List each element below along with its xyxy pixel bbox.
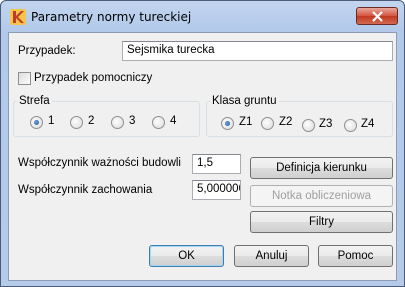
soil-radio-z1[interactable] bbox=[221, 117, 234, 130]
dialog-window: Parametry normy tureckiej Przypadek: Sej… bbox=[0, 0, 405, 287]
zone-radio-4-label: 4 bbox=[170, 115, 177, 127]
title-bar[interactable]: Parametry normy tureckiej bbox=[1, 1, 404, 31]
case-label: Przypadek: bbox=[18, 45, 76, 57]
importance-factor-input[interactable]: 1,5 bbox=[192, 154, 241, 174]
zone-radio-2-label: 2 bbox=[88, 115, 95, 127]
soil-radio-z3[interactable] bbox=[302, 119, 315, 132]
behavior-factor-label: Współczynnik zachowania bbox=[18, 184, 153, 196]
zone-group-title: Strefa bbox=[17, 95, 52, 107]
soil-radio-z2-label: Z2 bbox=[279, 116, 293, 128]
filters-button[interactable]: Filtry bbox=[250, 211, 393, 233]
cancel-button[interactable]: Anuluj bbox=[234, 245, 309, 267]
zone-radio-2[interactable] bbox=[70, 116, 83, 129]
case-input[interactable]: Sejsmika turecka bbox=[122, 41, 393, 61]
direction-definition-button[interactable]: Definicja kierunku bbox=[250, 157, 393, 179]
behavior-factor-input[interactable]: 5,000000 bbox=[192, 180, 241, 200]
zone-radio-1-label: 1 bbox=[48, 115, 55, 127]
soil-radio-z4[interactable] bbox=[344, 119, 357, 132]
close-icon bbox=[372, 11, 383, 22]
auxiliary-case-label: Przypadek pomocniczy bbox=[34, 72, 153, 84]
zone-radio-4[interactable] bbox=[152, 116, 165, 129]
importance-factor-label: Współczynnik ważności budowli bbox=[18, 157, 181, 169]
soil-radio-z1-label: Z1 bbox=[239, 116, 253, 128]
help-button[interactable]: Pomoc bbox=[318, 245, 393, 267]
soil-radio-z4-label: Z4 bbox=[361, 118, 375, 130]
window-title: Parametry normy tureckiej bbox=[31, 10, 192, 24]
calculation-note-button[interactable]: Notka obliczeniowa bbox=[250, 185, 393, 207]
zone-radio-3[interactable] bbox=[111, 116, 124, 129]
zone-radio-1[interactable] bbox=[30, 116, 43, 129]
soil-radio-z3-label: Z3 bbox=[319, 118, 333, 130]
close-button[interactable] bbox=[356, 7, 398, 25]
soil-radio-z2[interactable] bbox=[261, 117, 274, 130]
soil-class-group-title: Klasa gruntu bbox=[210, 95, 279, 107]
ok-button[interactable]: OK bbox=[149, 245, 224, 267]
auxiliary-case-checkbox[interactable] bbox=[18, 72, 31, 85]
app-logo-icon bbox=[10, 9, 26, 25]
zone-radio-3-label: 3 bbox=[129, 115, 136, 127]
dialog-body: Przypadek: Sejsmika turecka Przypadek po… bbox=[8, 32, 397, 281]
